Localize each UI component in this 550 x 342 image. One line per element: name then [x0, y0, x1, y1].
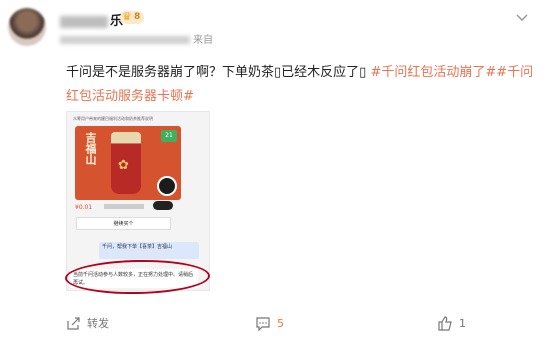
source-label: 来自 — [193, 35, 213, 46]
round-badge-icon — [157, 176, 177, 196]
hashtag-activity-crashed[interactable]: #千问红包活动崩了# — [370, 65, 496, 80]
comment-button[interactable]: 5 — [255, 313, 284, 333]
promo-badge: 21 — [161, 130, 177, 142]
like-icon — [437, 315, 453, 331]
share-button[interactable]: 转发 — [66, 313, 109, 333]
blurred-post-meta — [60, 36, 190, 44]
weibo-post: 乐 8 来自 千问是不是服务器崩了啊？下单奶茶▯已经木反应了▯ #千问红包活动崩… — [0, 0, 550, 342]
like-count: 1 — [459, 316, 466, 330]
username[interactable]: 乐 — [60, 10, 123, 29]
comment-count: 5 — [277, 316, 284, 330]
price-detail-placeholder — [104, 204, 144, 209]
vip-badge[interactable]: 8 — [120, 10, 145, 24]
comment-icon — [255, 316, 271, 331]
promo-title: 吉福山 — [84, 132, 97, 165]
buy-pill — [153, 201, 173, 210]
post-actions: 转发 5 1 — [0, 313, 550, 333]
tea-promo-image: 吉福山 21 — [75, 126, 181, 200]
tea-cup-icon — [111, 132, 141, 194]
price: ¥0.01 — [75, 204, 93, 211]
post-meta: 来自 — [60, 31, 213, 46]
post-text: 千问是不是服务器崩了啊？下单奶茶▯已经木反应了▯ — [66, 65, 371, 80]
blurred-username — [60, 15, 108, 28]
avatar[interactable] — [8, 8, 46, 46]
like-button[interactable]: 1 — [437, 313, 466, 333]
vip-level: 8 — [134, 12, 141, 22]
chevron-down-icon[interactable] — [516, 14, 528, 22]
share-icon — [66, 316, 81, 331]
continue-order-button: 继续买个 — [76, 217, 171, 230]
user-chat-bubble: 千问，帮我下单【喜茶】吉福山 — [99, 242, 199, 259]
share-label: 转发 — [87, 317, 109, 330]
post-content: 千问是不是服务器崩了啊？下单奶茶▯已经木反应了▯ #千问红包活动崩了##千问红包… — [66, 61, 536, 109]
